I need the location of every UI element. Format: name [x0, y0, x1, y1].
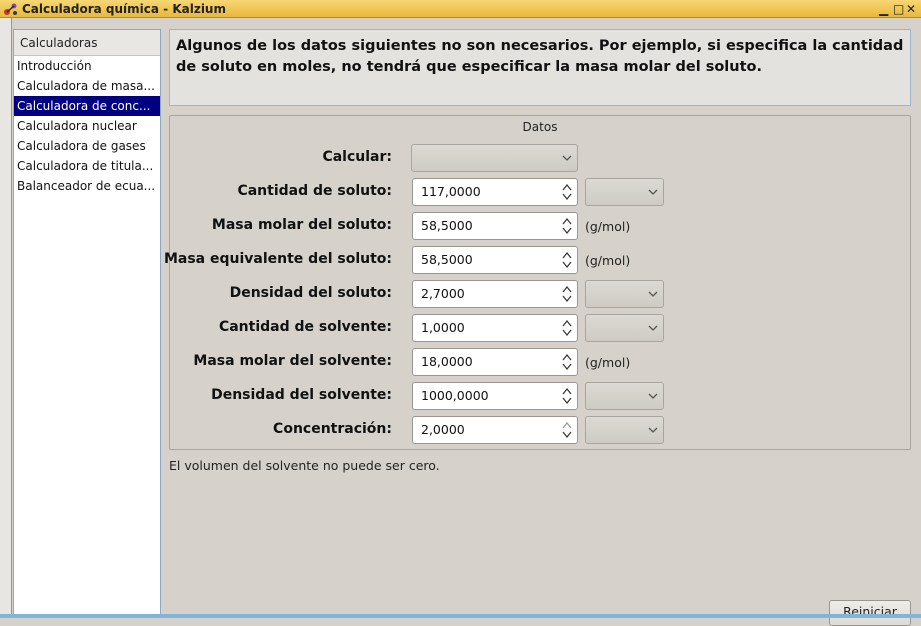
chevron-down-icon: [648, 189, 658, 195]
concentration-value: 2,0000: [421, 422, 465, 437]
chevron-down-icon: [648, 393, 658, 399]
spin-arrows-icon[interactable]: [561, 249, 573, 271]
solute-eq-mass-unit: (g/mol): [585, 253, 631, 268]
window-bottom-edge: [0, 614, 921, 618]
chevron-down-icon: [648, 325, 658, 331]
info-message: Algunos de los datos siguientes no son n…: [169, 29, 911, 106]
sidebar-item-titulacion[interactable]: Calculadora de titula...: [14, 156, 160, 176]
solvent-molar-mass-label: Masa molar del solvente:: [193, 353, 392, 369]
spin-arrows-icon[interactable]: [561, 181, 573, 203]
sidebar-item-introduccion[interactable]: Introducción: [14, 56, 160, 76]
solvent-density-spinbox[interactable]: 1000,0000: [412, 382, 578, 410]
solvent-molar-mass-value: 18,0000: [421, 354, 473, 369]
solvent-density-unit-select[interactable]: [585, 382, 664, 410]
solute-amount-value: 117,0000: [421, 184, 481, 199]
solute-molar-mass-spinbox[interactable]: 58,5000: [412, 212, 578, 240]
solvent-amount-value: 1,0000: [421, 320, 465, 335]
solute-amount-label: Cantidad de soluto:: [237, 183, 392, 199]
sidebar-item-nuclear[interactable]: Calculadora nuclear: [14, 116, 160, 136]
calculate-label: Calcular:: [322, 149, 392, 165]
reset-button[interactable]: Reiniciar: [829, 600, 911, 626]
solute-density-unit-select[interactable]: [585, 280, 664, 308]
spin-arrows-icon[interactable]: [561, 317, 573, 339]
solute-amount-unit-select[interactable]: [585, 178, 664, 206]
close-icon[interactable]: ✕: [906, 1, 916, 17]
calculate-select[interactable]: [411, 144, 578, 172]
spin-arrows-icon[interactable]: [561, 385, 573, 407]
concentration-label: Concentración:: [273, 421, 392, 437]
solute-eq-mass-spinbox[interactable]: 58,5000: [412, 246, 578, 274]
solute-molar-mass-unit: (g/mol): [585, 219, 631, 234]
solute-eq-mass-label: Masa equivalente del soluto:: [163, 251, 392, 267]
solute-molar-mass-label: Masa molar del soluto:: [211, 217, 392, 233]
window-titlebar[interactable]: Calculadora química - Kalzium ▁ □ ✕: [0, 0, 921, 18]
window-title: Calculadora química - Kalzium: [22, 2, 226, 16]
solute-molar-mass-value: 58,5000: [421, 218, 473, 233]
calculators-sidebar: Calculadoras Introducción Calculadora de…: [13, 29, 161, 618]
chevron-down-icon: [562, 155, 572, 161]
solute-density-label: Densidad del soluto:: [229, 285, 392, 301]
status-message: El volumen del solvente no puede ser cer…: [169, 458, 440, 473]
chevron-down-icon: [648, 427, 658, 433]
sidebar-item-gases[interactable]: Calculadora de gases: [14, 136, 160, 156]
background-window-edge: [0, 18, 12, 618]
solute-density-spinbox[interactable]: 2,7000: [412, 280, 578, 308]
group-title: Datos: [522, 120, 558, 134]
sidebar-item-balanceador[interactable]: Balanceador de ecua...: [14, 176, 160, 196]
sidebar-item-concentracion[interactable]: Calculadora de conc...: [14, 96, 160, 116]
solvent-amount-label: Cantidad de solvente:: [218, 319, 392, 335]
solute-eq-mass-value: 58,5000: [421, 252, 473, 267]
spin-arrows-icon[interactable]: [561, 283, 573, 305]
spin-arrows-icon[interactable]: [561, 351, 573, 373]
concentration-unit-select[interactable]: [585, 416, 664, 444]
data-groupbox: Datos Calcular: Cantidad de soluto: 117,…: [164, 115, 911, 450]
chevron-down-icon: [648, 291, 658, 297]
maximize-icon[interactable]: □: [893, 1, 904, 17]
solute-amount-spinbox[interactable]: 117,0000: [412, 178, 578, 206]
sidebar-item-masa[interactable]: Calculadora de masa...: [14, 76, 160, 96]
solvent-amount-spinbox[interactable]: 1,0000: [412, 314, 578, 342]
solvent-density-value: 1000,0000: [421, 388, 489, 403]
spin-arrows-icon[interactable]: [561, 215, 573, 237]
solvent-density-label: Densidad del solvente:: [211, 387, 392, 403]
minimize-icon[interactable]: ▁: [879, 1, 888, 17]
kalzium-app-icon: [4, 3, 17, 15]
solute-density-value: 2,7000: [421, 286, 465, 301]
solvent-molar-mass-spinbox[interactable]: 18,0000: [412, 348, 578, 376]
concentration-spinbox[interactable]: 2,0000: [412, 416, 578, 444]
spin-arrows-icon[interactable]: [561, 419, 573, 441]
solvent-amount-unit-select[interactable]: [585, 314, 664, 342]
sidebar-header[interactable]: Calculadoras: [14, 30, 160, 56]
solvent-molar-mass-unit: (g/mol): [585, 355, 631, 370]
